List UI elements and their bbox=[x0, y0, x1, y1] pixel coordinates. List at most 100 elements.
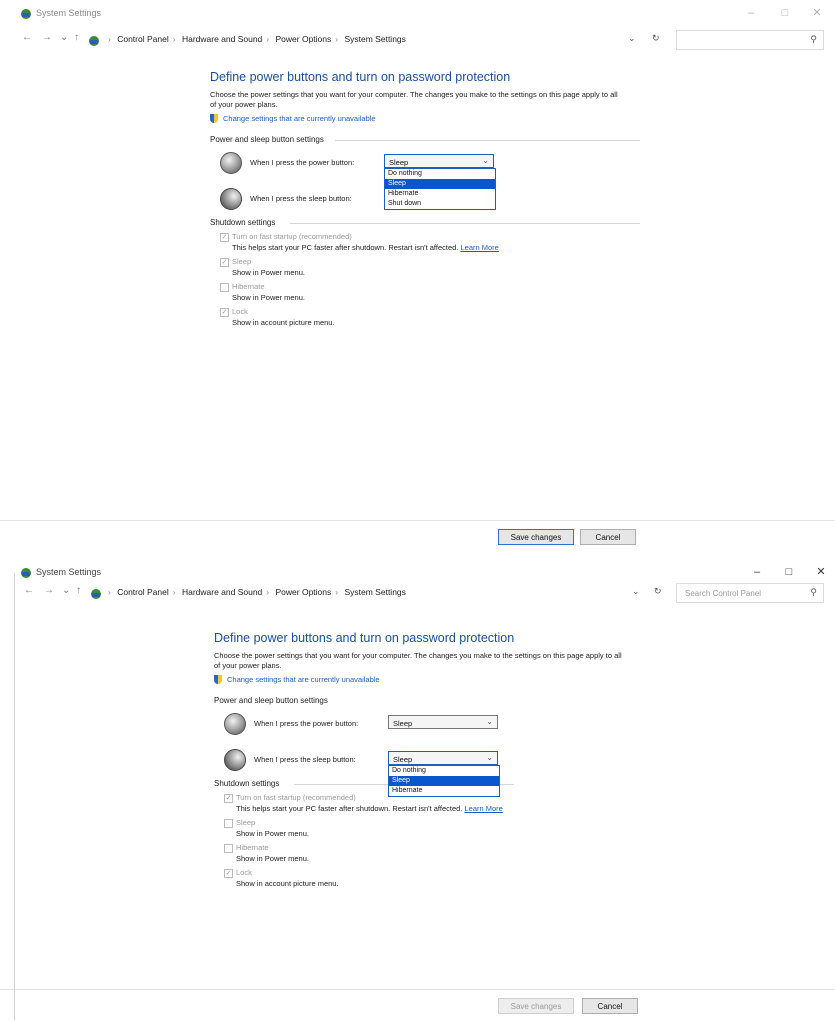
dropdown-option[interactable]: Do nothing bbox=[385, 169, 495, 179]
control-panel-icon bbox=[90, 587, 102, 599]
search-icon: ⚲ bbox=[810, 34, 817, 44]
up-arrow-icon[interactable]: ↑ bbox=[76, 585, 81, 596]
dropdown-option[interactable]: Do nothing bbox=[389, 766, 499, 776]
chevron-down-icon: ⌄ bbox=[482, 156, 489, 165]
hibernate-checkbox-row[interactable]: Hibernate Show in Power menu. bbox=[210, 282, 640, 302]
maximize-button[interactable]: □ bbox=[776, 5, 794, 21]
dropdown-option[interactable]: Shut down bbox=[385, 199, 495, 209]
recent-locations-chevron-icon[interactable]: ⌄ bbox=[62, 585, 70, 596]
page-description: Choose the power settings that you want … bbox=[214, 651, 622, 670]
uac-shield-icon bbox=[214, 675, 222, 684]
sleep-checkbox-row[interactable]: Sleep Show in Power menu. bbox=[214, 818, 644, 838]
checkbox[interactable]: ✓ bbox=[220, 258, 229, 267]
address-dropdown-chevron-icon[interactable]: ⌄ bbox=[632, 586, 640, 597]
sleep-button-row: When I press the sleep button: Sleep ⌄ D… bbox=[214, 747, 644, 797]
lock-checkbox-row[interactable]: ✓ Lock Show in account picture menu. bbox=[214, 868, 644, 888]
cancel-button[interactable]: Cancel bbox=[582, 998, 638, 1014]
address-bar-row: ← → ⌄ ↑ › Control Panel › Hardware and So… bbox=[0, 583, 835, 603]
breadcrumb-power-options[interactable]: Power Options bbox=[276, 587, 332, 597]
checkbox[interactable]: ✓ bbox=[224, 794, 233, 803]
recent-locations-chevron-icon[interactable]: ⌄ bbox=[60, 32, 68, 43]
save-changes-button[interactable]: Save changes bbox=[498, 998, 574, 1014]
minimize-button[interactable]: – bbox=[748, 564, 766, 580]
main-content: Define power buttons and turn on passwor… bbox=[214, 631, 644, 888]
breadcrumb-control-panel[interactable]: Control Panel bbox=[117, 587, 169, 597]
checkbox[interactable] bbox=[224, 819, 233, 828]
checkbox[interactable]: ✓ bbox=[224, 869, 233, 878]
cancel-button[interactable]: Cancel bbox=[580, 529, 636, 545]
power-button-row: When I press the power button: Sleep ⌄ bbox=[214, 711, 644, 741]
maximize-button[interactable]: □ bbox=[780, 564, 798, 580]
button-bar: Save changes Cancel bbox=[0, 520, 835, 549]
power-section-header: Power and sleep button settings bbox=[210, 135, 640, 144]
dropdown-option-selected[interactable]: Sleep bbox=[385, 179, 495, 189]
change-settings-link[interactable]: Change settings that are currently unava… bbox=[214, 675, 644, 684]
power-button-row: When I press the power button: Sleep ⌄ D… bbox=[210, 150, 640, 210]
dropdown-option-selected[interactable]: Sleep bbox=[389, 776, 499, 786]
power-button-label: When I press the power button: bbox=[254, 719, 359, 728]
refresh-icon[interactable]: ↻ bbox=[654, 586, 662, 597]
save-changes-button[interactable]: Save changes bbox=[498, 529, 574, 545]
title-bar: System Settings – □ ✕ bbox=[0, 0, 835, 26]
fast-startup-checkbox-row[interactable]: ✓ Turn on fast startup (recommended) Thi… bbox=[210, 232, 640, 252]
address-bar-row: ← → ⌄ ↑ › Control Panel › Hardware and So… bbox=[0, 30, 835, 50]
dropdown-option[interactable]: Hibernate bbox=[385, 189, 495, 199]
page-description: Choose the power settings that you want … bbox=[210, 90, 618, 109]
sleep-button-select[interactable]: Sleep ⌄ bbox=[388, 751, 498, 765]
refresh-icon[interactable]: ↻ bbox=[652, 33, 660, 44]
power-button-label: When I press the power button: bbox=[250, 158, 355, 167]
breadcrumb-control-panel[interactable]: Control Panel bbox=[117, 34, 169, 44]
forward-arrow-icon[interactable]: → bbox=[44, 585, 54, 596]
address-dropdown-chevron-icon[interactable]: ⌄ bbox=[628, 33, 636, 44]
sleep-button-label: When I press the sleep button: bbox=[250, 194, 352, 203]
search-input[interactable]: Search Control Panel ⚲ bbox=[676, 583, 824, 603]
checkbox[interactable]: ✓ bbox=[220, 308, 229, 317]
checkbox[interactable]: ✓ bbox=[220, 233, 229, 242]
power-section-header: Power and sleep button settings bbox=[214, 696, 328, 705]
breadcrumb-hardware-and-sound[interactable]: Hardware and Sound bbox=[182, 587, 262, 597]
chevron-down-icon: ⌄ bbox=[486, 717, 493, 726]
system-settings-window-2: System Settings – □ ✕ ← → ⌄ ↑ › Control … bbox=[0, 553, 835, 1020]
learn-more-link[interactable]: Learn More bbox=[465, 804, 503, 813]
sleep-checkbox-row[interactable]: ✓ Sleep Show in Power menu. bbox=[210, 257, 640, 277]
search-input[interactable]: ⚲ bbox=[676, 30, 824, 50]
power-button-dropdown-list: Do nothing Sleep Hibernate Shut down bbox=[384, 168, 496, 210]
button-bar: Save changes Cancel bbox=[0, 989, 835, 1021]
dropdown-option[interactable]: Hibernate bbox=[389, 786, 499, 796]
window-title: System Settings bbox=[36, 567, 102, 577]
search-icon: ⚲ bbox=[810, 587, 817, 597]
checkbox[interactable] bbox=[224, 844, 233, 853]
breadcrumb: › Control Panel › Hardware and Sound › Pow… bbox=[108, 587, 406, 597]
sleep-button-icon bbox=[220, 188, 242, 210]
forward-arrow-icon[interactable]: → bbox=[42, 32, 52, 43]
control-panel-icon bbox=[20, 7, 32, 19]
power-button-select[interactable]: Sleep ⌄ bbox=[384, 154, 494, 168]
breadcrumb: › Control Panel › Hardware and Sound › Pow… bbox=[108, 34, 406, 44]
breadcrumb-power-options[interactable]: Power Options bbox=[276, 34, 332, 44]
sleep-button-dropdown-list: Do nothing Sleep Hibernate bbox=[388, 765, 500, 797]
breadcrumb-system-settings[interactable]: System Settings bbox=[344, 587, 405, 597]
up-arrow-icon[interactable]: ↑ bbox=[74, 32, 79, 43]
shutdown-section-header: Shutdown settings bbox=[210, 218, 640, 227]
power-button-select[interactable]: Sleep ⌄ bbox=[388, 715, 498, 729]
sleep-button-label: When I press the sleep button: bbox=[254, 755, 356, 764]
window-title: System Settings bbox=[36, 8, 102, 18]
power-button-icon bbox=[220, 152, 242, 174]
title-bar: System Settings – □ ✕ bbox=[0, 559, 835, 585]
back-arrow-icon[interactable]: ← bbox=[24, 585, 34, 596]
page-heading: Define power buttons and turn on passwor… bbox=[210, 70, 511, 84]
learn-more-link[interactable]: Learn More bbox=[461, 243, 499, 252]
power-button-icon bbox=[224, 713, 246, 735]
lock-checkbox-row[interactable]: ✓ Lock Show in account picture menu. bbox=[210, 307, 640, 327]
breadcrumb-hardware-and-sound[interactable]: Hardware and Sound bbox=[182, 34, 262, 44]
main-content: Define power buttons and turn on passwor… bbox=[210, 70, 640, 327]
change-settings-link[interactable]: Change settings that are currently unava… bbox=[210, 114, 640, 123]
checkbox[interactable] bbox=[220, 283, 229, 292]
hibernate-checkbox-row[interactable]: Hibernate Show in Power menu. bbox=[214, 843, 644, 863]
close-button[interactable]: ✕ bbox=[808, 5, 826, 21]
back-arrow-icon[interactable]: ← bbox=[22, 32, 32, 43]
system-settings-window-1: System Settings – □ ✕ ← → ⌄ ↑ › Control … bbox=[0, 0, 835, 548]
breadcrumb-system-settings[interactable]: System Settings bbox=[344, 34, 405, 44]
minimize-button[interactable]: – bbox=[742, 5, 760, 21]
close-button[interactable]: ✕ bbox=[812, 564, 830, 580]
